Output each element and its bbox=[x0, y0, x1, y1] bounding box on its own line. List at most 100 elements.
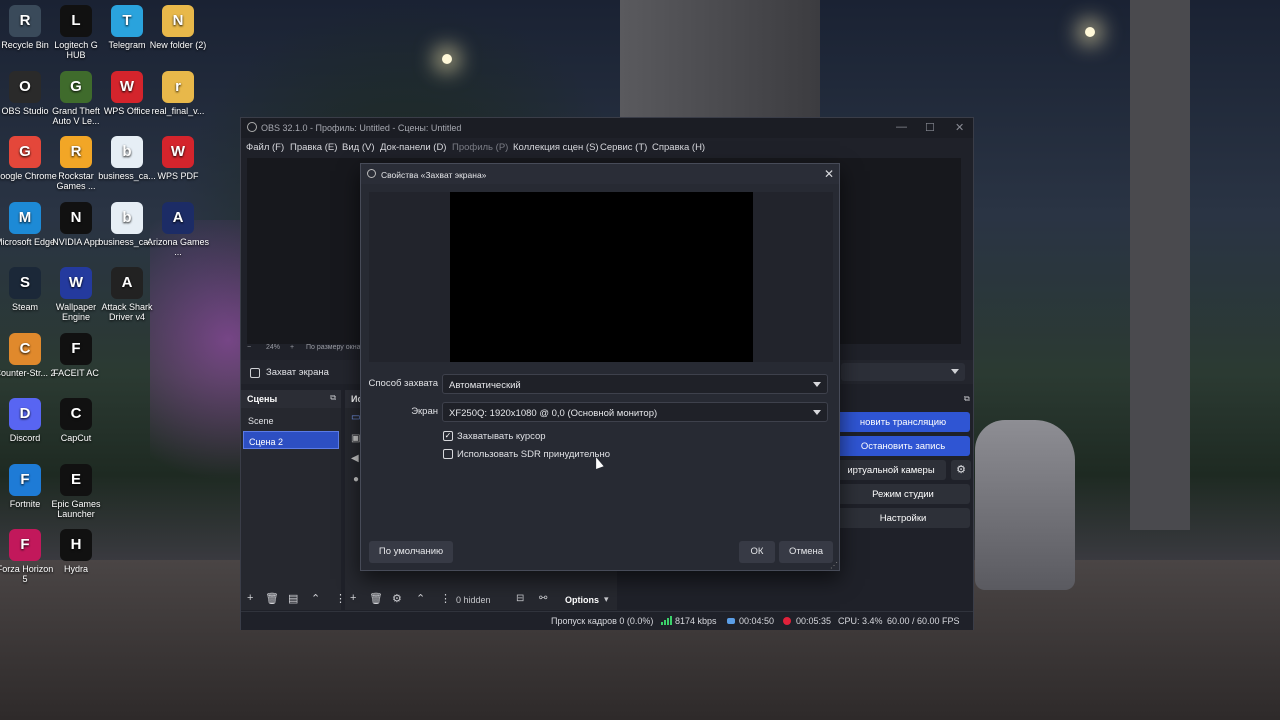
dropped-frames: Пропуск кадров 0 (0.0%) bbox=[551, 616, 654, 626]
fortnite-icon: F bbox=[9, 463, 41, 496]
background-pole bbox=[1130, 0, 1190, 530]
gear-icon[interactable]: ⚙ bbox=[951, 460, 971, 480]
link-icon[interactable]: ⚯ bbox=[539, 593, 547, 604]
close-icon[interactable]: ✕ bbox=[824, 167, 834, 181]
display-icon bbox=[250, 368, 260, 378]
street-lamp bbox=[1085, 27, 1095, 37]
close-icon[interactable]: ✕ bbox=[955, 121, 964, 134]
properties-dialog[interactable]: Свойства «Захват экрана» ✕ Способ захват… bbox=[360, 163, 840, 571]
zoom-in-button[interactable]: + bbox=[290, 344, 294, 351]
zoom-fit-button[interactable]: По размеру окна bbox=[306, 344, 360, 351]
desktop-shortcut-label: Hydra bbox=[63, 564, 88, 574]
obs-logo-icon bbox=[247, 122, 257, 132]
dialog-titlebar[interactable]: Свойства «Захват экрана» ✕ bbox=[361, 164, 839, 184]
forza-icon: F bbox=[9, 529, 41, 561]
obs-titlebar[interactable]: OBS 32.1.0 - Профиль: Untitled - Сцены: … bbox=[241, 118, 973, 138]
desktop-shortcut-label: FACEIT AC bbox=[53, 367, 99, 378]
desktop-shortcut[interactable]: C CapCut bbox=[44, 398, 108, 443]
add-scene-icon[interactable]: + bbox=[247, 592, 253, 604]
menu-edit[interactable]: Правка (E) bbox=[290, 142, 337, 153]
cancel-button[interactable]: Отмена bbox=[779, 541, 833, 563]
menu-view[interactable]: Вид (V) bbox=[342, 142, 375, 153]
attack-shark-icon: A bbox=[111, 267, 143, 299]
recycle-bin-icon: R bbox=[9, 5, 41, 37]
menu-tools[interactable]: Сервис (T) bbox=[600, 142, 647, 153]
menu-help[interactable]: Справка (H) bbox=[652, 142, 705, 153]
bitrate: 8174 kbps bbox=[675, 616, 717, 626]
capture-method-label: Способ захвата bbox=[368, 378, 438, 389]
studio-mode-button[interactable]: Режим студии bbox=[836, 484, 970, 504]
capture-cursor-label: Захватывать курсор bbox=[457, 431, 546, 442]
desktop-shortcut[interactable]: H Hydra bbox=[44, 529, 108, 574]
virtual-camera-button[interactable]: иртуальной камеры bbox=[836, 460, 946, 480]
scene-item-selected[interactable]: Сцена 2 bbox=[243, 431, 339, 449]
checkmark-icon[interactable]: ✓ bbox=[443, 431, 453, 441]
capture-method-select[interactable]: Автоматический bbox=[442, 374, 828, 394]
remove-scene-icon[interactable]: 🗑 bbox=[265, 592, 279, 605]
screen-select[interactable]: XF250Q: 1920x1080 @ 0,0 (Основной монито… bbox=[442, 402, 828, 422]
zoom-level: 24% bbox=[266, 344, 281, 351]
obs-window-title: OBS 32.1.0 - Профиль: Untitled - Сцены: … bbox=[261, 123, 462, 133]
menu-docks[interactable]: Док-панели (D) bbox=[380, 142, 446, 153]
wps-office-icon: W bbox=[111, 70, 143, 103]
sources-toolbar: + 🗑 ⚙ ⌃ ⋮ bbox=[345, 588, 455, 610]
remove-source-icon[interactable]: 🗑 bbox=[369, 592, 383, 605]
stop-recording-button[interactable]: Остановить запись bbox=[836, 436, 970, 456]
audio-mixer-toolbar: 0 hidden ⊟ ⚯ Options ▾ bbox=[456, 589, 836, 611]
scenes-dock-title: Сцены bbox=[247, 394, 278, 404]
resize-grip-icon[interactable]: ⋰ bbox=[830, 561, 838, 570]
desktop-shortcut[interactable]: F FACEIT AC bbox=[44, 332, 108, 378]
menu-file[interactable]: Файл (F) bbox=[246, 142, 284, 153]
desktop-shortcut-label: real_final_v... bbox=[151, 105, 205, 116]
desktop-shortcut[interactable]: W WPS PDF bbox=[146, 136, 210, 181]
minimize-icon[interactable]: — bbox=[896, 121, 907, 133]
steam-icon: S bbox=[9, 267, 41, 299]
dock-float-icon[interactable]: ⧉ bbox=[964, 394, 970, 404]
desktop-shortcut[interactable]: A Attack Shark Driver v4 bbox=[95, 267, 159, 322]
street-lamp bbox=[442, 54, 452, 64]
desktop-shortcut-label: CapCut bbox=[60, 433, 92, 443]
scenes-dock: Сцены ⧉ Scene Сцена 2 + 🗑 ▤ ⌃ ⋮ bbox=[241, 390, 346, 610]
desktop-shortcut-label: Epic Games Launcher bbox=[51, 498, 101, 519]
more-options-icon[interactable]: ⋮ bbox=[440, 592, 451, 605]
ok-button[interactable]: ОК bbox=[739, 541, 775, 563]
add-source-icon[interactable]: + bbox=[350, 592, 356, 604]
nvidia-icon: N bbox=[60, 201, 92, 234]
image-file-icon: b bbox=[111, 201, 143, 234]
cpu-usage: CPU: 3.4% bbox=[838, 616, 883, 626]
scene-filters-icon[interactable]: ▤ bbox=[288, 592, 298, 605]
desktop-shortcut[interactable]: A Arizona Games ... bbox=[146, 201, 210, 257]
layout-icon[interactable]: ⊟ bbox=[516, 593, 524, 604]
dock-float-icon[interactable]: ⧉ bbox=[330, 393, 336, 403]
wallpaper-engine-icon: W bbox=[60, 267, 92, 299]
desktop-shortcut[interactable]: N New folder (2) bbox=[146, 5, 210, 50]
maximize-icon[interactable]: ☐ bbox=[925, 121, 935, 134]
dialog-title: Свойства «Захват экрана» bbox=[381, 170, 487, 180]
move-scene-up-icon[interactable]: ⌃ bbox=[311, 592, 320, 605]
epic-games-icon: E bbox=[60, 463, 92, 496]
scenes-dock-header: Сцены ⧉ bbox=[241, 390, 341, 408]
stream-time: 00:04:50 bbox=[739, 616, 775, 626]
start-stream-button[interactable]: новить трансляцию bbox=[836, 412, 970, 432]
desktop-shortcut[interactable]: r real_final_v... bbox=[146, 70, 210, 116]
zoom-out-button[interactable]: − bbox=[247, 344, 251, 351]
settings-button[interactable]: Настройки bbox=[836, 508, 970, 528]
source-settings-icon[interactable]: ⚙ bbox=[392, 592, 402, 605]
desktop-shortcut[interactable]: E Epic Games Launcher bbox=[44, 463, 108, 519]
hydra-icon: H bbox=[60, 529, 92, 561]
capture-method-value: Автоматический bbox=[449, 380, 521, 391]
wps-pdf-icon: W bbox=[162, 136, 194, 168]
desktop-shortcut-label: New folder (2) bbox=[149, 40, 207, 50]
obs-logo-icon bbox=[367, 169, 376, 178]
scene-item[interactable]: Scene bbox=[243, 411, 339, 429]
move-source-up-icon[interactable]: ⌃ bbox=[416, 592, 425, 605]
background-building bbox=[620, 0, 820, 120]
source-display-select[interactable] bbox=[841, 363, 965, 381]
menu-profile[interactable]: Профиль (P) bbox=[452, 142, 508, 153]
checkbox-empty[interactable] bbox=[443, 449, 453, 459]
options-button[interactable]: Options bbox=[565, 595, 599, 605]
defaults-button[interactable]: По умолчанию bbox=[369, 541, 453, 563]
desktop-shortcut-label: WPS PDF bbox=[157, 171, 199, 181]
faceit-icon: F bbox=[60, 332, 92, 365]
menu-scene-collection[interactable]: Коллекция сцен (S) bbox=[513, 142, 599, 153]
